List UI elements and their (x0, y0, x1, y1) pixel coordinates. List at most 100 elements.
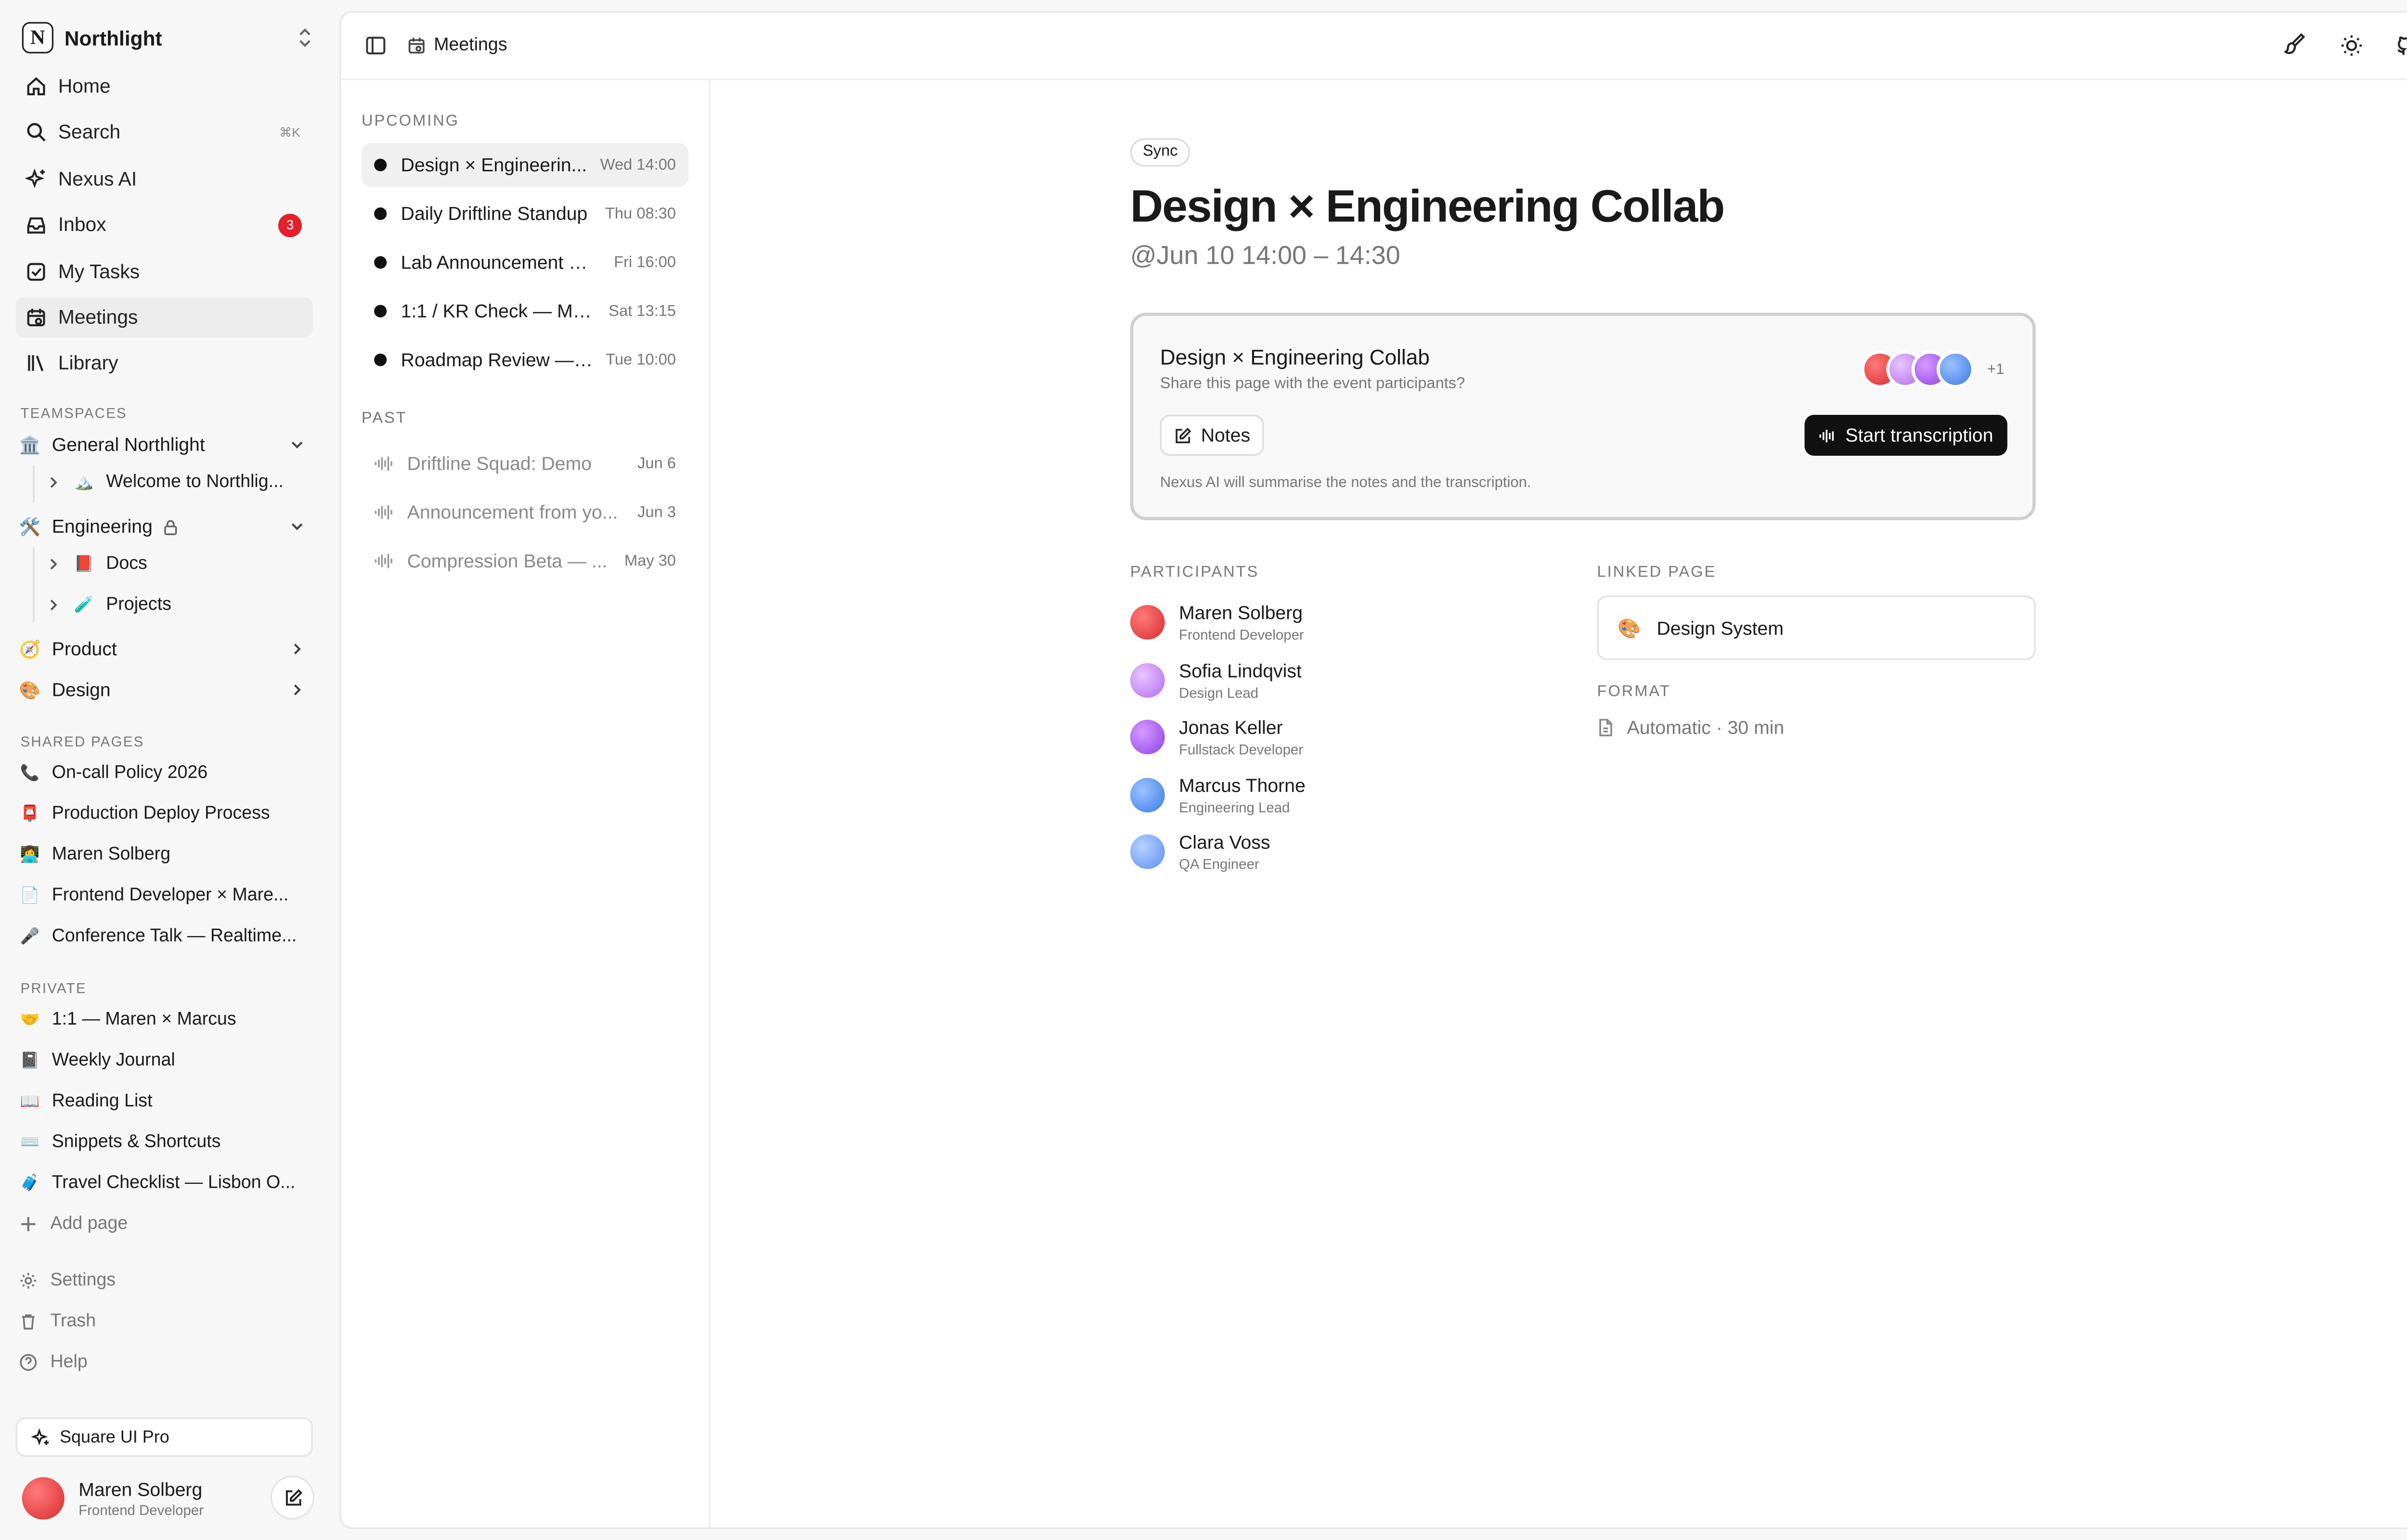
help-link[interactable]: Help (19, 1347, 88, 1378)
private-page-icon: 🤝 (20, 1011, 40, 1029)
paintbrush-icon[interactable] (2282, 33, 2307, 58)
help-label: Help (50, 1353, 88, 1372)
nav-search[interactable]: Search ⌘K (16, 112, 313, 153)
teamspace-design-label: Design (52, 679, 111, 701)
share-card-subtitle: Share this page with the event participa… (1160, 375, 1465, 393)
audio-waveform-icon (1819, 429, 1834, 442)
nav-library[interactable]: Library (16, 343, 313, 384)
chevron-right-icon[interactable] (289, 682, 305, 698)
shared-page-item[interactable]: 📞 On-call Policy 2026 (19, 756, 314, 791)
calendar-clock-icon (27, 308, 45, 327)
meeting-row[interactable]: Announcement from yo... Jun 3 (362, 490, 688, 534)
participant-row[interactable]: Marcus Thorne Engineering Lead (1130, 766, 1597, 823)
trash-label: Trash (50, 1312, 96, 1331)
private-page-item[interactable]: 🤝 1:1 — Maren × Marcus (19, 1002, 314, 1037)
participant-name: Jonas Keller (1178, 717, 1283, 739)
meeting-date[interactable]: @Jun 10 14:00 – 14:30 (1130, 242, 2036, 272)
meeting-row[interactable]: Compression Beta — ... May 30 (362, 539, 688, 583)
breadcrumb[interactable]: Meetings (407, 33, 507, 58)
participant-avatar-stack[interactable]: +1 (1861, 350, 2004, 388)
current-user[interactable]: Maren Solberg Frontend Developer (22, 1474, 315, 1521)
meeting-row[interactable]: Design × Engineerin... Wed 14:00 (362, 143, 689, 187)
nav-nexus-ai[interactable]: Nexus AI (16, 159, 313, 200)
meeting-type-tag[interactable]: Sync (1130, 138, 1191, 167)
participant-row[interactable]: Jonas Keller Fullstack Developer (1130, 709, 1597, 766)
nav-my-tasks[interactable]: My Tasks (16, 251, 313, 292)
meeting-row[interactable]: Driftline Squad: Demo Jun 6 (362, 442, 688, 486)
meeting-row[interactable]: Daily Driftline Standup Thu 08:30 (362, 192, 688, 235)
page-welcome[interactable]: 🏔️ Welcome to Northlig... (47, 465, 311, 500)
status-dot (374, 353, 387, 366)
start-transcription-button[interactable]: Start transcription (1804, 415, 2007, 456)
private-page-item[interactable]: 📓 Weekly Journal (19, 1043, 314, 1078)
shared-page-item[interactable]: 👩‍💻 Maren Solberg (19, 837, 314, 872)
teamspace-engineering[interactable]: 🛠️ Engineering (19, 509, 314, 544)
shared-pages-heading: SHARED PAGES (20, 733, 144, 750)
meeting-row[interactable]: Roadmap Review — ... Tue 10:00 (362, 338, 688, 382)
meeting-row[interactable]: Lab Announcement —... Fri 16:00 (362, 241, 688, 284)
page-docs[interactable]: 📕 Docs (47, 547, 311, 581)
shared-page-item[interactable]: 📄 Frontend Developer × Mare... (19, 878, 314, 913)
chevron-right-icon[interactable] (47, 558, 60, 570)
github-icon[interactable] (2394, 33, 2407, 58)
participant-row[interactable]: Clara Voss QA Engineer (1130, 823, 1597, 881)
nav-inbox-label: Inbox (58, 214, 106, 236)
nav-inbox[interactable]: Inbox 3 (16, 204, 313, 245)
avatar (1130, 834, 1165, 870)
participant-row[interactable]: Sofia Lindqvist Design Lead (1130, 651, 1597, 708)
nav-library-label: Library (58, 352, 118, 374)
settings-link[interactable]: Settings (19, 1265, 116, 1296)
sidebar-toggle-icon[interactable] (365, 35, 387, 57)
tree-line (33, 547, 35, 623)
workspace-switcher[interactable]: N Northlight (22, 22, 314, 54)
new-page-button[interactable] (270, 1476, 315, 1520)
private-page-icon: 📖 (20, 1093, 40, 1110)
square-ui-pro-card[interactable]: Square UI Pro (15, 1417, 313, 1457)
inbox-count-badge: 3 (278, 213, 302, 237)
nav-meetings[interactable]: Meetings (15, 297, 313, 338)
page-docs-label: Docs (106, 554, 147, 574)
notes-button[interactable]: Notes (1160, 415, 1265, 456)
upcoming-heading: UPCOMING (362, 113, 460, 131)
private-page-item[interactable]: 🧳 Travel Checklist — Lisbon O... (19, 1166, 314, 1201)
participant-row[interactable]: Maren Solberg Frontend Developer (1130, 594, 1597, 651)
avatar (1130, 777, 1165, 812)
add-page-label: Add page (50, 1215, 128, 1234)
add-page-button[interactable]: Add page (19, 1208, 128, 1240)
private-page-item[interactable]: 📖 Reading List (19, 1084, 314, 1119)
chevron-down-icon[interactable] (289, 437, 305, 453)
meeting-detail: Sync Design × Engineering Collab @Jun 10… (1130, 135, 2036, 881)
private-page-label: Snippets & Shortcuts (52, 1133, 221, 1152)
meeting-title: Lab Announcement —... (401, 251, 602, 274)
checkbox-icon (27, 263, 45, 281)
shared-page-item[interactable]: 📮 Production Deploy Process (19, 797, 314, 832)
chevron-right-icon[interactable] (47, 476, 60, 488)
page-projects[interactable]: 🧪 Projects (47, 588, 311, 622)
linked-page-card[interactable]: 🎨 Design System (1597, 595, 2036, 660)
meeting-row[interactable]: 1:1 / KR Check — Maren Sat 13:15 (362, 289, 688, 333)
share-card: Design × Engineering Collab Share this p… (1130, 312, 2036, 520)
sidebar: N Northlight Home Search ⌘K Nexus AI Inb… (0, 0, 338, 1540)
private-page-label: 1:1 — Maren × Marcus (52, 1010, 236, 1029)
chevron-right-icon[interactable] (289, 641, 305, 657)
trash-link[interactable]: Trash (19, 1306, 96, 1337)
sun-icon[interactable] (2339, 33, 2364, 58)
page-title[interactable]: Design × Engineering Collab (1130, 182, 2036, 234)
format-value[interactable]: Automatic · 30 min (1597, 717, 2036, 739)
private-page-item[interactable]: ⌨️ Snippets & Shortcuts (19, 1125, 314, 1160)
meeting-list: UPCOMING Design × Engineerin... Wed 14:00… (341, 80, 711, 1527)
meeting-time: Fri 16:00 (614, 254, 676, 271)
private-page-label: Travel Checklist — Lisbon O... (52, 1174, 296, 1193)
nav-home[interactable]: Home (16, 66, 313, 107)
search-shortcut: ⌘K (279, 125, 300, 139)
chevron-down-icon[interactable] (289, 519, 305, 535)
linked-page-label: Design System (1656, 616, 1784, 639)
shared-page-item[interactable]: 🎤 Conference Talk — Realtime... (19, 919, 314, 954)
chevron-right-icon[interactable] (47, 599, 60, 611)
shared-page-icon: 📞 (20, 764, 40, 782)
edit-icon (285, 1488, 302, 1505)
teamspace-product[interactable]: 🧭 Product (19, 632, 314, 667)
teamspace-design[interactable]: 🎨 Design (19, 673, 314, 707)
shared-page-icon: 👩‍💻 (20, 846, 40, 864)
teamspace-general[interactable]: 🏛️ General Northlight (19, 427, 314, 462)
